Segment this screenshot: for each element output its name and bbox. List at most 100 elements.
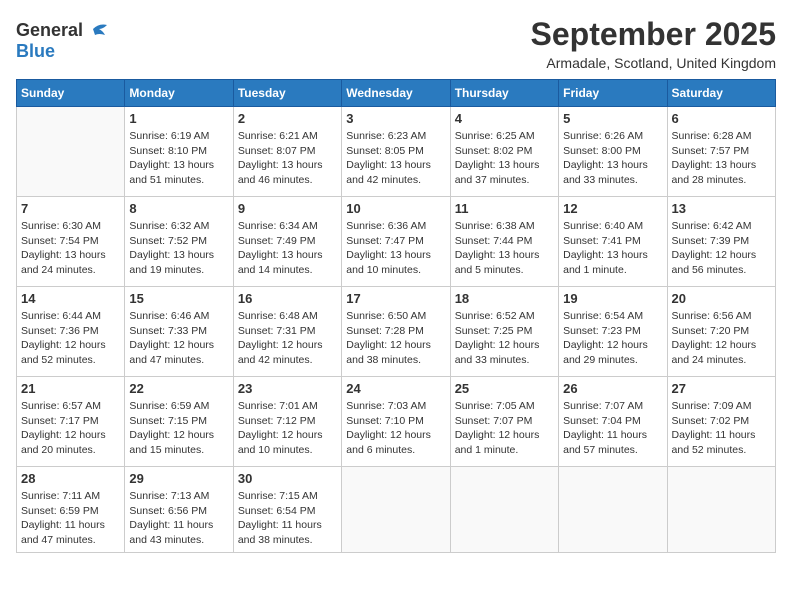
- day-number: 24: [346, 381, 445, 396]
- table-row: 4Sunrise: 6:25 AM Sunset: 8:02 PM Daylig…: [450, 107, 558, 197]
- day-info: Sunrise: 6:57 AM Sunset: 7:17 PM Dayligh…: [21, 399, 120, 458]
- table-row: 14Sunrise: 6:44 AM Sunset: 7:36 PM Dayli…: [17, 287, 125, 377]
- day-number: 21: [21, 381, 120, 396]
- header-monday: Monday: [125, 80, 233, 107]
- table-row: 16 Sunrise: 6:48 AM Sunset: 7:31 PM Dayli…: [233, 287, 341, 377]
- table-row: [17, 107, 125, 197]
- location: Armadale, Scotland, United Kingdom: [531, 55, 776, 71]
- day-number: 2: [238, 111, 337, 126]
- day-number: 3: [346, 111, 445, 126]
- header-wednesday: Wednesday: [342, 80, 450, 107]
- table-row: [450, 467, 558, 553]
- day-info: Sunrise: 7:05 AM Sunset: 7:07 PM Dayligh…: [455, 399, 554, 458]
- table-row: 15Sunrise: 6:46 AM Sunset: 7:33 PM Dayli…: [125, 287, 233, 377]
- day-number: 13: [672, 201, 771, 216]
- day-info: Sunrise: 7:09 AM Sunset: 7:02 PM Dayligh…: [672, 399, 771, 458]
- day-info: Sunrise: 6:54 AM Sunset: 7:23 PM Dayligh…: [563, 309, 662, 368]
- logo-general-text: General: [16, 20, 83, 41]
- calendar-week-row: 1 Sunrise: 6:19 AM Sunset: 8:10 PM Daylig…: [17, 107, 776, 197]
- calendar-week-row: 14Sunrise: 6:44 AM Sunset: 7:36 PM Dayli…: [17, 287, 776, 377]
- day-number: 6: [672, 111, 771, 126]
- calendar-week-row: 7Sunrise: 6:30 AM Sunset: 7:54 PM Daylig…: [17, 197, 776, 287]
- table-row: 29 Sunrise: 7:13 AM Sunset: 6:56 PM Dayli…: [125, 467, 233, 553]
- table-row: 12Sunrise: 6:40 AM Sunset: 7:41 PM Dayli…: [559, 197, 667, 287]
- logo-blue-text: Blue: [16, 41, 55, 62]
- header-saturday: Saturday: [667, 80, 775, 107]
- month-title: September 2025: [531, 16, 776, 53]
- table-row: 9 Sunrise: 6:34 AM Sunset: 7:49 PM Daylig…: [233, 197, 341, 287]
- table-row: 1 Sunrise: 6:19 AM Sunset: 8:10 PM Daylig…: [125, 107, 233, 197]
- day-number: 15: [129, 291, 228, 306]
- day-number: 16: [238, 291, 337, 306]
- day-info: Sunrise: 6:40 AM Sunset: 7:41 PM Dayligh…: [563, 219, 662, 278]
- logo: General Blue: [16, 20, 107, 62]
- day-number: 27: [672, 381, 771, 396]
- title-area: September 2025 Armadale, Scotland, Unite…: [531, 16, 776, 71]
- day-info: Sunrise: 7:01 AM Sunset: 7:12 PM Dayligh…: [238, 399, 337, 458]
- table-row: 7Sunrise: 6:30 AM Sunset: 7:54 PM Daylig…: [17, 197, 125, 287]
- day-info: Sunrise: 6:36 AM Sunset: 7:47 PM Dayligh…: [346, 219, 445, 278]
- day-info: Sunrise: 6:25 AM Sunset: 8:02 PM Dayligh…: [455, 129, 554, 188]
- day-number: 26: [563, 381, 662, 396]
- day-info: Sunrise: 7:03 AM Sunset: 7:10 PM Dayligh…: [346, 399, 445, 458]
- day-info: Sunrise: 6:48 AM Sunset: 7:31 PM Dayligh…: [238, 309, 337, 368]
- day-number: 14: [21, 291, 120, 306]
- table-row: 8Sunrise: 6:32 AM Sunset: 7:52 PM Daylig…: [125, 197, 233, 287]
- day-number: 5: [563, 111, 662, 126]
- table-row: 21 Sunrise: 6:57 AM Sunset: 7:17 PM Dayli…: [17, 377, 125, 467]
- table-row: 10 Sunrise: 6:36 AM Sunset: 7:47 PM Dayli…: [342, 197, 450, 287]
- day-number: 22: [129, 381, 228, 396]
- day-number: 29: [129, 471, 228, 486]
- header-thursday: Thursday: [450, 80, 558, 107]
- table-row: 30 Sunrise: 7:15 AM Sunset: 6:54 PM Dayli…: [233, 467, 341, 553]
- day-number: 30: [238, 471, 337, 486]
- calendar-week-row: 21 Sunrise: 6:57 AM Sunset: 7:17 PM Dayli…: [17, 377, 776, 467]
- day-info: Sunrise: 6:19 AM Sunset: 8:10 PM Dayligh…: [129, 129, 228, 188]
- day-info: Sunrise: 6:26 AM Sunset: 8:00 PM Dayligh…: [563, 129, 662, 188]
- table-row: [667, 467, 775, 553]
- logo-bird-icon: [85, 21, 107, 41]
- table-row: [559, 467, 667, 553]
- table-row: 25 Sunrise: 7:05 AM Sunset: 7:07 PM Dayli…: [450, 377, 558, 467]
- table-row: 2 Sunrise: 6:21 AM Sunset: 8:07 PM Daylig…: [233, 107, 341, 197]
- table-row: [342, 467, 450, 553]
- table-row: 22Sunrise: 6:59 AM Sunset: 7:15 PM Dayli…: [125, 377, 233, 467]
- table-row: 23Sunrise: 7:01 AM Sunset: 7:12 PM Dayli…: [233, 377, 341, 467]
- table-row: 24 Sunrise: 7:03 AM Sunset: 7:10 PM Dayli…: [342, 377, 450, 467]
- day-info: Sunrise: 6:32 AM Sunset: 7:52 PM Dayligh…: [129, 219, 228, 278]
- day-number: 25: [455, 381, 554, 396]
- table-row: 28 Sunrise: 7:11 AM Sunset: 6:59 PM Dayli…: [17, 467, 125, 553]
- table-row: 3Sunrise: 6:23 AM Sunset: 8:05 PM Daylig…: [342, 107, 450, 197]
- day-info: Sunrise: 6:34 AM Sunset: 7:49 PM Dayligh…: [238, 219, 337, 278]
- table-row: 19Sunrise: 6:54 AM Sunset: 7:23 PM Dayli…: [559, 287, 667, 377]
- table-row: 6 Sunrise: 6:28 AM Sunset: 7:57 PM Daylig…: [667, 107, 775, 197]
- header-sunday: Sunday: [17, 80, 125, 107]
- day-info: Sunrise: 7:11 AM Sunset: 6:59 PM Dayligh…: [21, 489, 120, 548]
- day-number: 28: [21, 471, 120, 486]
- table-row: 26Sunrise: 7:07 AM Sunset: 7:04 PM Dayli…: [559, 377, 667, 467]
- calendar-header-row: Sunday Monday Tuesday Wednesday Thursday…: [17, 80, 776, 107]
- calendar-table: Sunday Monday Tuesday Wednesday Thursday…: [16, 79, 776, 553]
- table-row: 17 Sunrise: 6:50 AM Sunset: 7:28 PM Dayli…: [342, 287, 450, 377]
- page-header: General Blue September 2025 Armadale, Sc…: [16, 16, 776, 71]
- day-info: Sunrise: 6:42 AM Sunset: 7:39 PM Dayligh…: [672, 219, 771, 278]
- day-number: 17: [346, 291, 445, 306]
- day-number: 9: [238, 201, 337, 216]
- table-row: 20Sunrise: 6:56 AM Sunset: 7:20 PM Dayli…: [667, 287, 775, 377]
- day-info: Sunrise: 6:38 AM Sunset: 7:44 PM Dayligh…: [455, 219, 554, 278]
- day-number: 7: [21, 201, 120, 216]
- calendar-week-row: 28 Sunrise: 7:11 AM Sunset: 6:59 PM Dayli…: [17, 467, 776, 553]
- table-row: 11 Sunrise: 6:38 AM Sunset: 7:44 PM Dayli…: [450, 197, 558, 287]
- table-row: 27 Sunrise: 7:09 AM Sunset: 7:02 PM Dayli…: [667, 377, 775, 467]
- day-info: Sunrise: 6:50 AM Sunset: 7:28 PM Dayligh…: [346, 309, 445, 368]
- day-number: 10: [346, 201, 445, 216]
- header-friday: Friday: [559, 80, 667, 107]
- day-info: Sunrise: 7:15 AM Sunset: 6:54 PM Dayligh…: [238, 489, 337, 548]
- day-number: 11: [455, 201, 554, 216]
- day-number: 20: [672, 291, 771, 306]
- day-number: 1: [129, 111, 228, 126]
- day-info: Sunrise: 7:13 AM Sunset: 6:56 PM Dayligh…: [129, 489, 228, 548]
- header-tuesday: Tuesday: [233, 80, 341, 107]
- day-info: Sunrise: 6:21 AM Sunset: 8:07 PM Dayligh…: [238, 129, 337, 188]
- day-info: Sunrise: 6:28 AM Sunset: 7:57 PM Dayligh…: [672, 129, 771, 188]
